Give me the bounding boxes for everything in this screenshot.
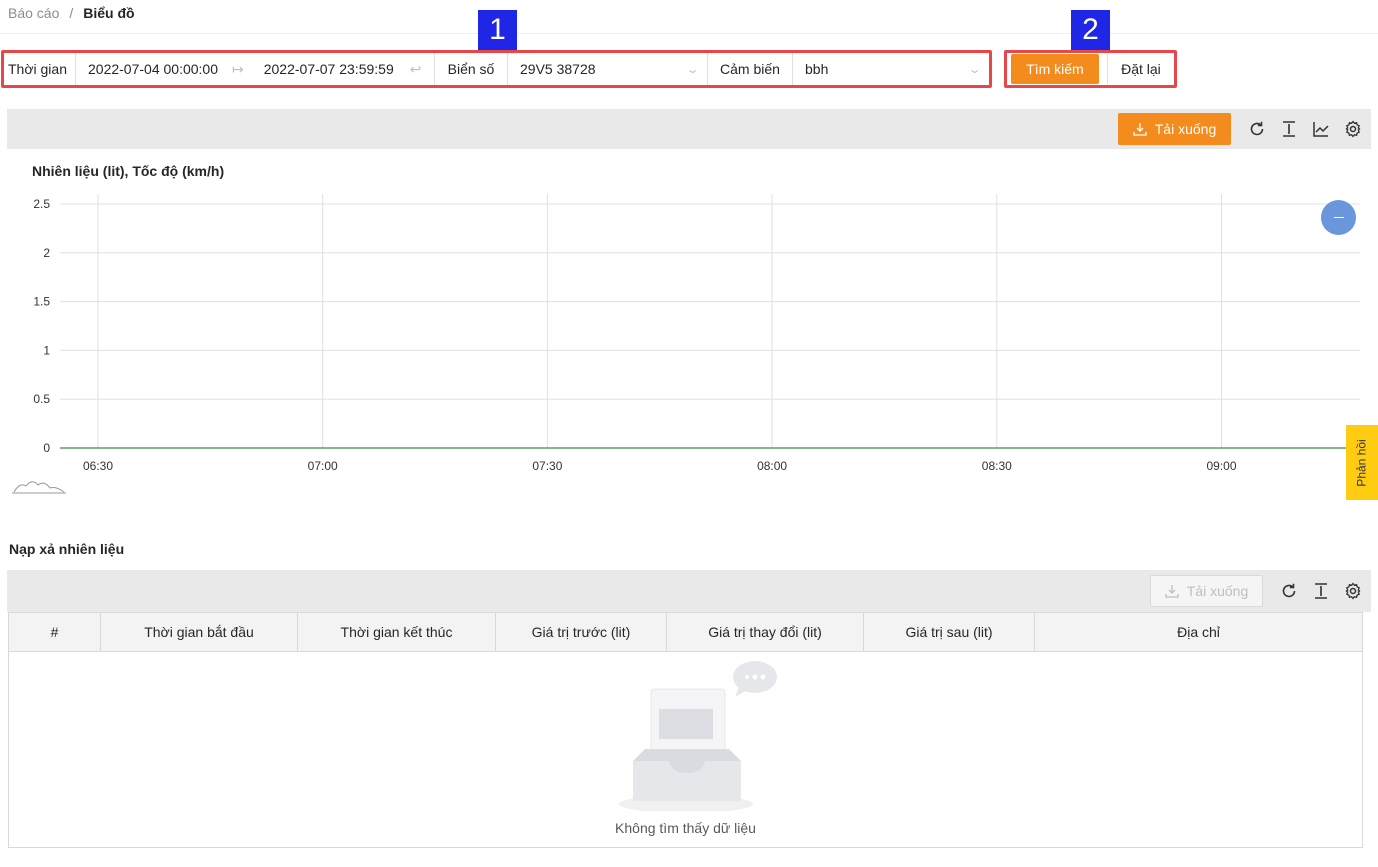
breadcrumb-current: Biểu đồ	[83, 5, 135, 21]
sensor-select-value: bbh	[805, 61, 829, 77]
empty-inbox-icon	[619, 661, 777, 811]
range-start-arrow-icon: ↦	[232, 60, 244, 77]
x-tick-label: 08:00	[757, 459, 787, 473]
start-date-input[interactable]: 2022-07-04 00:00:00	[76, 61, 218, 77]
column-header: #	[9, 613, 101, 651]
zoom-reset-button[interactable]	[1321, 200, 1356, 235]
filter-actions: Tìm kiếm Đặt lại	[1004, 50, 1177, 88]
y-tick-label: 2.5	[33, 197, 50, 211]
refresh-icon[interactable]	[1247, 119, 1267, 139]
download-icon	[1165, 585, 1179, 598]
breadcrumb: Báo cáo / Biểu đồ	[8, 5, 135, 21]
breadcrumb-parent[interactable]: Báo cáo	[8, 5, 59, 21]
column-header: Địa chỉ	[1177, 624, 1220, 640]
search-button[interactable]: Tìm kiếm	[1011, 54, 1099, 84]
x-tick-label: 07:30	[532, 459, 562, 473]
download-icon	[1133, 123, 1147, 136]
chevron-down-icon: ⌄	[967, 63, 982, 76]
empty-state: Không tìm thấy dữ liệu	[9, 653, 1362, 848]
table-header: # Thời gian bắt đầu Thời gian kết thúc G…	[9, 613, 1362, 652]
y-tick-label: 2	[43, 246, 50, 260]
x-tick-label: 09:00	[1206, 459, 1236, 473]
chevron-down-icon: ⌄	[685, 63, 700, 76]
feedback-label: Phản hồi	[1355, 438, 1369, 487]
y-tick-label: 1	[43, 343, 50, 357]
column-header: Thời gian bắt đầu	[101, 613, 298, 651]
sensor-label: Cảm biến	[708, 53, 793, 85]
minus-icon	[1333, 217, 1344, 218]
fuel-speed-chart: 0 0.5 1 1.5 2 2.5 06:30 07:00 07:30 08:00 08:30 09:…	[12, 194, 1360, 494]
table-download-label: Tải xuống	[1186, 583, 1249, 599]
fuel-table: # Thời gian bắt đầu Thời gian kết thúc G…	[8, 612, 1363, 848]
table-toolbar: Tải xuống	[7, 570, 1371, 612]
data-zoom-thumbnail-icon[interactable]	[12, 481, 66, 494]
x-tick-label: 07:00	[308, 459, 338, 473]
end-date-input[interactable]: 2022-07-07 23:59:59	[264, 61, 394, 77]
x-tick-label: 06:30	[83, 459, 113, 473]
table-download-button[interactable]: Tải xuống	[1150, 575, 1263, 607]
chart-toolbar: Tải xuống	[7, 109, 1371, 149]
refresh-icon[interactable]	[1279, 581, 1299, 601]
column-header: Thời gian kết thúc	[298, 613, 496, 651]
filter-bar: Thời gian 2022-07-04 00:00:00 ↦ 2022-07-…	[1, 50, 992, 88]
x-tick-label: 08:30	[982, 459, 1012, 473]
chart-title: Nhiên liệu (lit), Tốc độ (km/h)	[32, 163, 225, 179]
callout-marker-2: 2	[1071, 10, 1110, 50]
y-tick-label: 1.5	[33, 295, 50, 309]
settings-gear-icon[interactable]	[1343, 119, 1363, 139]
column-height-icon[interactable]	[1279, 119, 1299, 139]
y-tick-label: 0.5	[33, 392, 50, 406]
column-header: Giá trị thay đổi (lit)	[667, 613, 864, 651]
empty-text: Không tìm thấy dữ liệu	[615, 820, 756, 836]
callout-marker-1: 1	[478, 10, 517, 50]
reset-button[interactable]: Đặt lại	[1106, 54, 1174, 84]
sensor-select[interactable]: bbh ⌄	[793, 53, 989, 85]
range-end-arrow-icon: ↩	[409, 60, 422, 77]
feedback-tab[interactable]: Phản hồi	[1346, 425, 1378, 500]
settings-gear-icon[interactable]	[1343, 581, 1363, 601]
column-header: Giá trị sau (lit)	[864, 613, 1035, 651]
plate-label: Biển số	[435, 53, 508, 85]
y-tick-label: 0	[43, 441, 50, 455]
chart-download-label: Tải xuống	[1154, 121, 1217, 137]
line-chart-icon[interactable]	[1311, 119, 1331, 139]
time-label: Thời gian	[4, 53, 76, 85]
section-title: Nạp xả nhiên liệu	[9, 541, 125, 557]
plate-select[interactable]: 29V5 38728 ⌄	[508, 53, 708, 85]
time-range-picker[interactable]: Thời gian 2022-07-04 00:00:00 ↦ 2022-07-…	[4, 53, 435, 85]
column-header: Giá trị trước (lit)	[496, 613, 667, 651]
breadcrumb-separator: /	[69, 5, 74, 21]
header-divider	[0, 33, 1378, 34]
chart-download-button[interactable]: Tải xuống	[1118, 113, 1231, 145]
column-height-icon[interactable]	[1311, 581, 1331, 601]
plate-select-value: 29V5 38728	[520, 61, 596, 77]
